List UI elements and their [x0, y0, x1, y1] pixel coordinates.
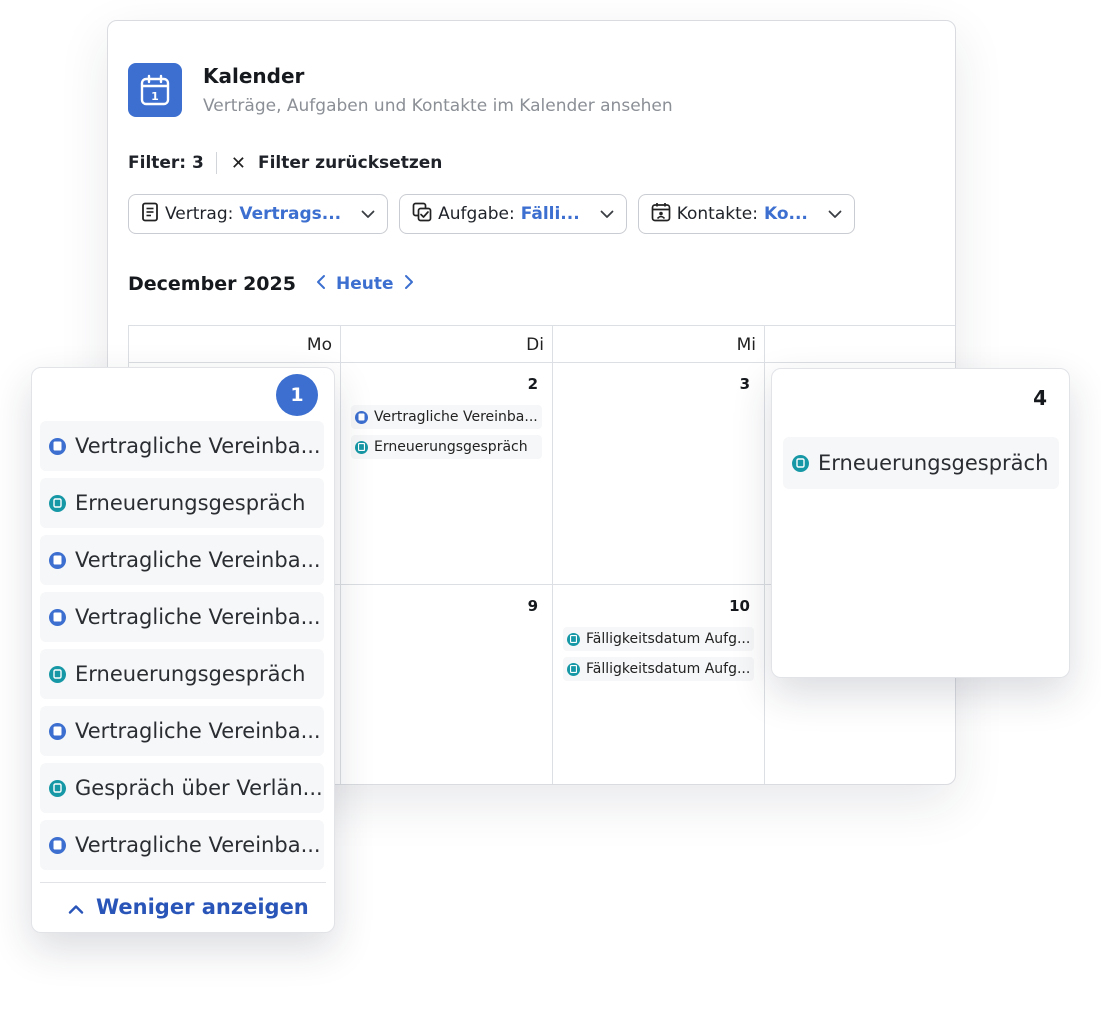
event-title: Vertragliche Vereinba...: [75, 833, 321, 857]
popover-event[interactable]: Erneuerungsgespräch: [783, 437, 1059, 489]
day-cell[interactable]: 10 Fälligkeitsdatum Aufg... Fälligkeitsd…: [552, 585, 764, 784]
month-label: December 2025: [128, 273, 296, 295]
filter-chip-value: Ko...: [763, 204, 808, 224]
filter-chip-label: Aufgabe:: [438, 204, 515, 224]
filter-chip-contacts[interactable]: Kontakte: Ko...: [637, 194, 855, 234]
filter-chip-task[interactable]: Aufgabe: Fälli...: [399, 194, 627, 234]
contract-event-icon: [355, 410, 368, 424]
task-event-icon: [49, 665, 66, 683]
task-event-icon: [49, 779, 66, 797]
page-subtitle: Verträge, Aufgaben und Kontakte im Kalen…: [203, 96, 673, 116]
day-cell[interactable]: 9: [340, 585, 552, 784]
day-number: 9: [527, 597, 538, 615]
event-title: Erneuerungsgespräch: [75, 491, 306, 515]
chevron-right-icon[interactable]: [404, 274, 414, 295]
calendar-icon: 1: [128, 63, 182, 117]
day-cell[interactable]: 2 Vertragliche Vereinba... Erneuerungsge…: [340, 363, 552, 585]
show-less-button[interactable]: Weniger anzeigen: [68, 895, 309, 919]
contract-event-icon: [49, 437, 66, 455]
task-check-icon: [412, 202, 432, 227]
today-button[interactable]: Heute: [336, 274, 394, 294]
event-list: Vertragliche Vereinba... Erneuerungsgesp…: [351, 405, 542, 459]
filter-chip-value: Vertrags...: [239, 204, 342, 224]
weekday-label: Mi: [552, 325, 764, 363]
chevron-down-icon: [361, 204, 375, 224]
reset-filters-button[interactable]: ✕ Filter zurücksetzen: [231, 153, 443, 174]
chevron-left-icon[interactable]: [316, 274, 326, 295]
calendar-event[interactable]: Erneuerungsgespräch: [351, 435, 542, 459]
calendar-icon-day: 1: [151, 90, 159, 103]
popover-divider: [40, 882, 326, 883]
event-title: Vertragliche Vereinba...: [75, 719, 321, 743]
day-number: 10: [729, 597, 750, 615]
popover-event[interactable]: Vertragliche Vereinba...: [40, 706, 324, 756]
day-cell[interactable]: 3: [552, 363, 764, 585]
month-navigation: December 2025 Heute: [128, 273, 414, 295]
close-icon: ✕: [230, 152, 246, 174]
event-title: Gespräch über Verlän...: [75, 776, 323, 800]
event-title: Erneuerungsgespräch: [75, 662, 306, 686]
event-title: Erneuerungsgespräch: [374, 439, 528, 455]
day-number: 2: [527, 375, 538, 393]
event-title: Vertragliche Vereinba...: [374, 409, 538, 425]
day-popover-left: 1 Vertragliche Vereinba... Erneuerungsge…: [31, 367, 335, 933]
event-title: Vertragliche Vereinba...: [75, 605, 321, 629]
calendar-event[interactable]: Fälligkeitsdatum Aufg...: [563, 657, 755, 681]
weekday-label: Di: [340, 325, 552, 363]
day-number: 3: [739, 375, 750, 393]
popover-event[interactable]: Erneuerungsgespräch: [40, 478, 324, 528]
page-title: Kalender: [203, 64, 305, 88]
filter-count: Filter: 3: [128, 153, 204, 173]
task-event-icon: [567, 662, 580, 676]
contract-doc-icon: [141, 202, 159, 227]
day-popover-right: 4 Erneuerungsgespräch: [771, 368, 1070, 678]
calendar-event[interactable]: Fälligkeitsdatum Aufg...: [563, 627, 755, 651]
chevron-down-icon: [600, 204, 614, 224]
filter-chip-value: Fälli...: [520, 204, 580, 224]
contract-event-icon: [49, 608, 66, 626]
popover-event[interactable]: Erneuerungsgespräch: [40, 649, 324, 699]
filter-row: Filter: 3 ✕ Filter zurücksetzen: [128, 152, 442, 174]
popover-event[interactable]: Vertragliche Vereinba...: [40, 421, 324, 471]
weekday-label: D: [764, 325, 955, 363]
stage: 1 Kalender Verträge, Aufgaben und Kontak…: [0, 0, 1101, 1014]
contract-event-icon: [49, 722, 66, 740]
task-event-icon: [792, 454, 809, 472]
calendar-event[interactable]: Vertragliche Vereinba...: [351, 405, 542, 429]
popover-event[interactable]: Vertragliche Vereinba...: [40, 592, 324, 642]
event-title: Erneuerungsgespräch: [818, 451, 1049, 475]
task-event-icon: [567, 632, 580, 646]
event-title: Fälligkeitsdatum Aufg...: [586, 661, 751, 677]
contact-calendar-icon: [651, 202, 671, 227]
filter-chip-label: Vertrag:: [165, 204, 234, 224]
filter-chip-label: Kontakte:: [676, 204, 758, 224]
month-nav: Heute: [316, 274, 414, 295]
filter-chips: Vertrag: Vertrags... Aufgabe: Fälli... K…: [128, 194, 855, 234]
chevron-down-icon: [828, 204, 842, 224]
chevron-up-icon: [68, 895, 84, 919]
day-number: 4: [1033, 386, 1047, 410]
filter-chip-contract[interactable]: Vertrag: Vertrags...: [128, 194, 389, 234]
contract-event-icon: [49, 836, 66, 854]
filter-divider: [215, 152, 217, 174]
popover-event[interactable]: Gespräch über Verlän...: [40, 763, 324, 813]
popover-event[interactable]: Vertragliche Vereinba...: [40, 535, 324, 585]
popover-event-list: Vertragliche Vereinba... Erneuerungsgesp…: [40, 421, 324, 870]
reset-filters-label: Filter zurücksetzen: [257, 153, 443, 173]
event-list: Fälligkeitsdatum Aufg... Fälligkeitsdatu…: [563, 627, 755, 681]
weekday-label: Mo: [128, 325, 340, 363]
task-event-icon: [49, 494, 66, 512]
weekday-header: Mo Di Mi D: [128, 325, 955, 363]
day-badge-today: 1: [276, 374, 318, 416]
show-less-label: Weniger anzeigen: [96, 895, 309, 919]
contract-event-icon: [49, 551, 66, 569]
task-event-icon: [355, 440, 368, 454]
event-title: Vertragliche Vereinba...: [75, 434, 321, 458]
event-title: Fälligkeitsdatum Aufg...: [586, 631, 751, 647]
event-title: Vertragliche Vereinba...: [75, 548, 321, 572]
popover-event[interactable]: Vertragliche Vereinba...: [40, 820, 324, 870]
